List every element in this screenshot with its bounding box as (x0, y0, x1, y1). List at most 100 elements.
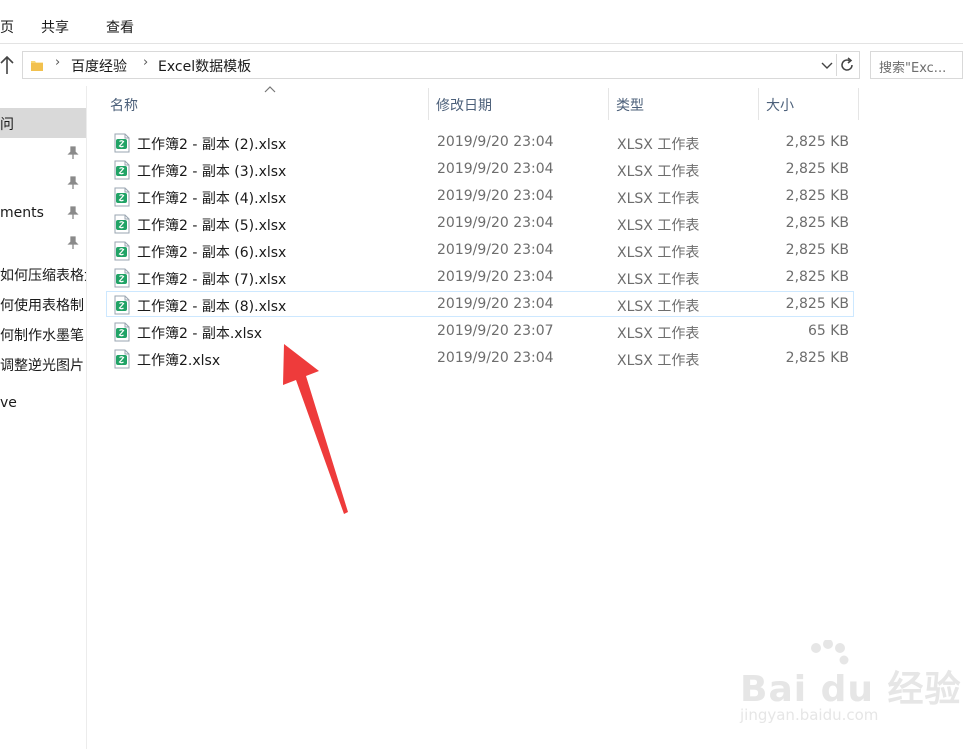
tab-share[interactable]: 共享 (41, 17, 69, 37)
navigation-pane: 问 ments 如何压缩表格大 何使用表格制 何制作水墨笔 调整逆光图片 ve (0, 86, 87, 749)
file-modified-date: 2019/9/20 23:04 (437, 215, 554, 231)
nav-item-pinned[interactable] (0, 139, 86, 169)
file-row[interactable]: 工作簿2 - 副本.xlsx 2019/9/20 23:07 XLSX 工作表 65 … (106, 318, 854, 344)
tab-home[interactable]: 页 (0, 17, 14, 37)
file-row[interactable]: 工作簿2 - 副本 (4).xlsx 2019/9/20 23:04 XLSX 工作… (106, 183, 854, 209)
pin-icon[interactable] (66, 205, 80, 221)
chevron-down-icon[interactable] (821, 55, 833, 78)
file-modified-date: 2019/9/20 23:04 (437, 134, 554, 150)
file-type: XLSX 工作表 (617, 191, 700, 207)
nav-item-label: 问 (0, 117, 14, 133)
pin-icon[interactable] (66, 175, 80, 191)
file-modified-date: 2019/9/20 23:04 (437, 242, 554, 258)
file-size: 2,825 KB (785, 296, 849, 312)
search-placeholder: 搜索"Exc... (879, 61, 947, 76)
excel-file-icon (114, 187, 130, 207)
file-name[interactable]: 工作簿2 - 副本 (3).xlsx (137, 161, 286, 181)
watermark-url: jingyan.baidu.com (740, 706, 879, 724)
excel-file-icon (114, 241, 130, 261)
file-row[interactable]: 工作簿2 - 副本 (6).xlsx 2019/9/20 23:04 XLSX 工作… (106, 237, 854, 263)
nav-item-pinned[interactable] (0, 229, 86, 259)
excel-file-icon (114, 160, 130, 180)
tab-view[interactable]: 查看 (106, 17, 134, 37)
column-header-name[interactable]: 名称 (102, 86, 428, 120)
file-size: 2,825 KB (785, 350, 849, 366)
nav-item-folder[interactable]: 何制作水墨笔 (0, 319, 86, 349)
file-size: 2,825 KB (785, 269, 849, 285)
file-name[interactable]: 工作簿2 - 副本 (4).xlsx (137, 188, 286, 208)
folder-icon (31, 61, 43, 71)
file-row[interactable]: 工作簿2 - 副本 (7).xlsx 2019/9/20 23:04 XLSX 工作… (106, 264, 854, 290)
file-name[interactable]: 工作簿2.xlsx (137, 350, 220, 370)
column-header-date[interactable]: 修改日期 (428, 86, 608, 120)
nav-item-label: 如何压缩表格大 (0, 268, 86, 284)
breadcrumb-item[interactable]: 百度经验 (71, 56, 127, 76)
file-size: 2,825 KB (785, 134, 849, 150)
file-name[interactable]: 工作簿2 - 副本 (5).xlsx (137, 215, 286, 235)
ribbon-tabs: 页 共享 查看 (0, 0, 963, 44)
column-divider[interactable] (858, 88, 859, 120)
file-row[interactable]: 工作簿2 - 副本 (3).xlsx 2019/9/20 23:04 XLSX 工作… (106, 156, 854, 182)
column-header-label: 名称 (110, 98, 138, 114)
file-size: 2,825 KB (785, 215, 849, 231)
excel-file-icon (114, 349, 130, 369)
nav-item-folder[interactable]: 如何压缩表格大 (0, 259, 86, 289)
up-arrow-icon[interactable] (0, 55, 16, 75)
column-header-size[interactable]: 大小 (758, 86, 858, 120)
file-name[interactable]: 工作簿2 - 副本 (7).xlsx (137, 269, 286, 289)
nav-item-onedrive[interactable]: ve (0, 389, 86, 419)
file-name[interactable]: 工作簿2 - 副本 (6).xlsx (137, 242, 286, 262)
file-size: 2,825 KB (785, 188, 849, 204)
file-size: 65 KB (807, 323, 849, 339)
chevron-right-icon[interactable]: › (143, 55, 148, 70)
breadcrumb-item[interactable]: Excel数据模板 (158, 56, 251, 76)
nav-item-label: 何制作水墨笔 (0, 328, 84, 344)
address-row: › 百度经验 › Excel数据模板 搜索"Exc... (0, 44, 963, 86)
address-bar[interactable]: › 百度经验 › Excel数据模板 (22, 51, 860, 79)
nav-item-quick-access[interactable]: 问 (0, 108, 86, 138)
nav-item-label: 何使用表格制 (0, 298, 84, 314)
file-row[interactable]: 工作簿2 - 副本 (8).xlsx 2019/9/20 23:04 XLSX 工作… (106, 291, 854, 317)
file-size: 2,825 KB (785, 242, 849, 258)
search-input[interactable]: 搜索"Exc... (870, 51, 963, 79)
pin-icon[interactable] (66, 235, 80, 251)
nav-item-folder[interactable]: 调整逆光图片 (0, 349, 86, 379)
file-name[interactable]: 工作簿2 - 副本 (2).xlsx (137, 134, 286, 154)
column-header-type[interactable]: 类型 (608, 86, 758, 120)
file-type: XLSX 工作表 (617, 353, 700, 369)
file-modified-date: 2019/9/20 23:04 (437, 296, 554, 312)
nav-item-folder[interactable]: 何使用表格制 (0, 289, 86, 319)
excel-file-icon (114, 214, 130, 234)
watermark: Bai du 经验 jingyan.baidu.com (740, 640, 961, 730)
file-name[interactable]: 工作簿2 - 副本 (8).xlsx (137, 296, 286, 316)
nav-item-label: ve (0, 395, 17, 411)
file-size: 2,825 KB (785, 161, 849, 177)
nav-item-label: 调整逆光图片 (0, 358, 84, 374)
nav-item-pinned[interactable] (0, 169, 86, 199)
refresh-icon[interactable] (837, 54, 857, 80)
file-type: XLSX 工作表 (617, 164, 700, 180)
pin-icon[interactable] (66, 145, 80, 161)
nav-item-label: ments (0, 205, 44, 221)
column-header-label: 大小 (766, 98, 794, 114)
chevron-right-icon[interactable]: › (55, 55, 60, 70)
file-type: XLSX 工作表 (617, 326, 700, 342)
column-header-label: 类型 (616, 98, 644, 114)
excel-file-icon (114, 268, 130, 288)
file-modified-date: 2019/9/20 23:04 (437, 161, 554, 177)
file-type: XLSX 工作表 (617, 245, 700, 261)
file-modified-date: 2019/9/20 23:04 (437, 269, 554, 285)
file-modified-date: 2019/9/20 23:07 (437, 323, 554, 339)
nav-item-documents[interactable]: ments (0, 199, 86, 229)
file-type: XLSX 工作表 (617, 272, 700, 288)
file-modified-date: 2019/9/20 23:04 (437, 188, 554, 204)
column-header-label: 修改日期 (436, 98, 492, 114)
file-row[interactable]: 工作簿2.xlsx 2019/9/20 23:04 XLSX 工作表 2,825 KB (106, 345, 854, 371)
excel-file-icon (114, 295, 130, 315)
file-row[interactable]: 工作簿2 - 副本 (5).xlsx 2019/9/20 23:04 XLSX 工作… (106, 210, 854, 236)
file-row[interactable]: 工作簿2 - 副本 (2).xlsx 2019/9/20 23:04 XLSX 工作… (106, 129, 854, 155)
watermark-logo: Bai du 经验 (740, 669, 962, 710)
file-type: XLSX 工作表 (617, 137, 700, 153)
file-name[interactable]: 工作簿2 - 副本.xlsx (137, 323, 262, 343)
excel-file-icon (114, 322, 130, 342)
